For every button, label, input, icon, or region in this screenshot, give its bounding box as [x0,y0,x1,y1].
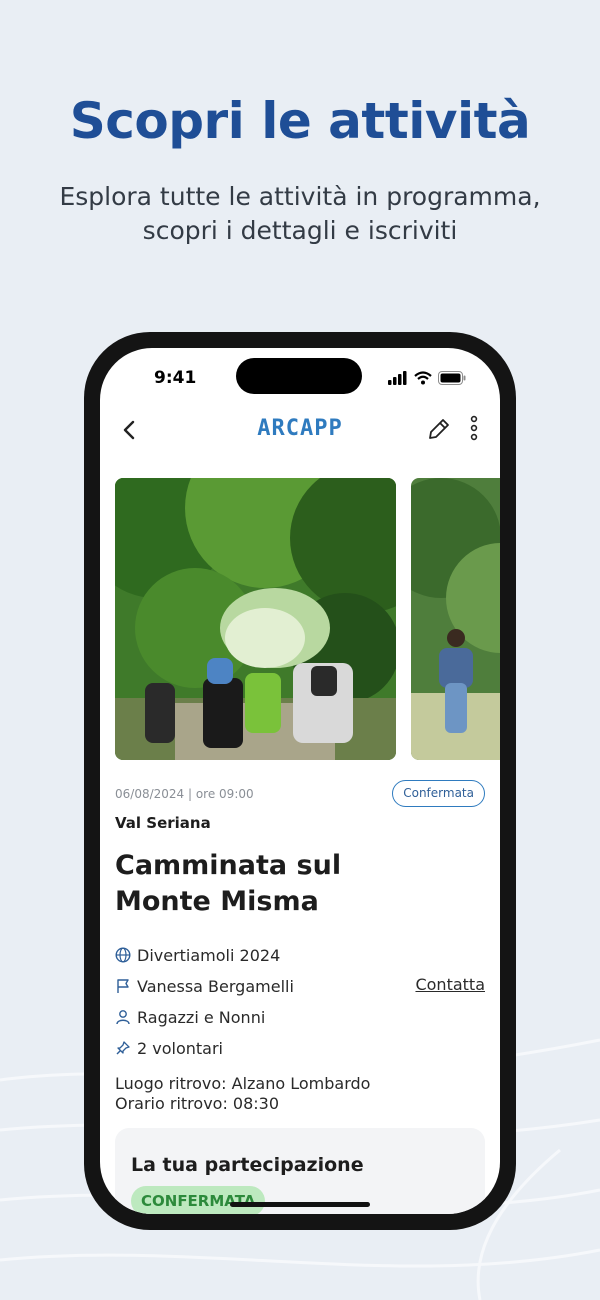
wifi-icon [414,371,432,385]
activity-area: Val Seriana [115,814,211,832]
program-row: Divertiamoli 2024 [115,944,280,966]
subheadline-line-2: scopri i dettagli e iscriviti [142,216,458,245]
participation-status-badge: CONFERMATA [131,1186,266,1214]
signal-icon [388,371,407,385]
meeting-place: Luogo ritrovo: Alzano Lombardo [115,1074,371,1093]
flag-icon [117,979,129,993]
activity-datetime: 06/08/2024 | ore 09:00 [115,787,254,801]
meeting-info: Luogo ritrovo: Alzano Lombardo Orario ri… [115,1074,370,1114]
volunteers-row: 2 volontari [115,1037,223,1059]
activity-title: Camminata sul Monte Misma [115,850,342,917]
globe-icon [115,947,131,963]
program-name: Divertiamoli 2024 [137,945,281,965]
page-subheadline: Esplora tutte le attività in programma, … [0,180,600,248]
dynamic-island [236,358,362,394]
app-navbar: ARCAPP [100,410,500,450]
home-indicator[interactable] [230,1202,370,1207]
subheadline-line-1: Esplora tutte le attività in programma, [59,182,541,211]
organizer-name: Vanessa Bergamelli [137,976,294,996]
contact-link[interactable]: Contatta [415,975,485,994]
edit-pencil-icon[interactable] [426,416,452,442]
audience-label: Ragazzi e Nonni [137,1007,266,1027]
meeting-time: Orario ritrovo: 08:30 [115,1094,280,1113]
volunteers-count: 2 volontari [137,1038,223,1058]
status-icons [388,371,466,385]
battery-icon [438,371,466,385]
phone-screen: 9:41 ARCAPP 06/08/2024 | ore 09:00 Confe… [100,348,500,1214]
organizer-row: Vanessa Bergamelli [115,975,294,997]
status-time: 9:41 [154,368,197,388]
page-headline: Scopri le attività [69,92,531,150]
status-badge: Confermata [392,780,485,807]
more-vertical-icon[interactable] [468,414,480,442]
audience-row: Ragazzi e Nonni [115,1006,265,1028]
photo-gallery[interactable] [115,478,500,760]
activity-photo[interactable] [115,478,396,760]
participation-title: La tua partecipazione [131,1154,364,1176]
phone-frame: 9:41 ARCAPP 06/08/2024 | ore 09:00 Confe… [84,332,516,1230]
person-icon [116,1010,130,1025]
pin-icon [116,1041,130,1055]
activity-photo[interactable] [411,478,500,760]
